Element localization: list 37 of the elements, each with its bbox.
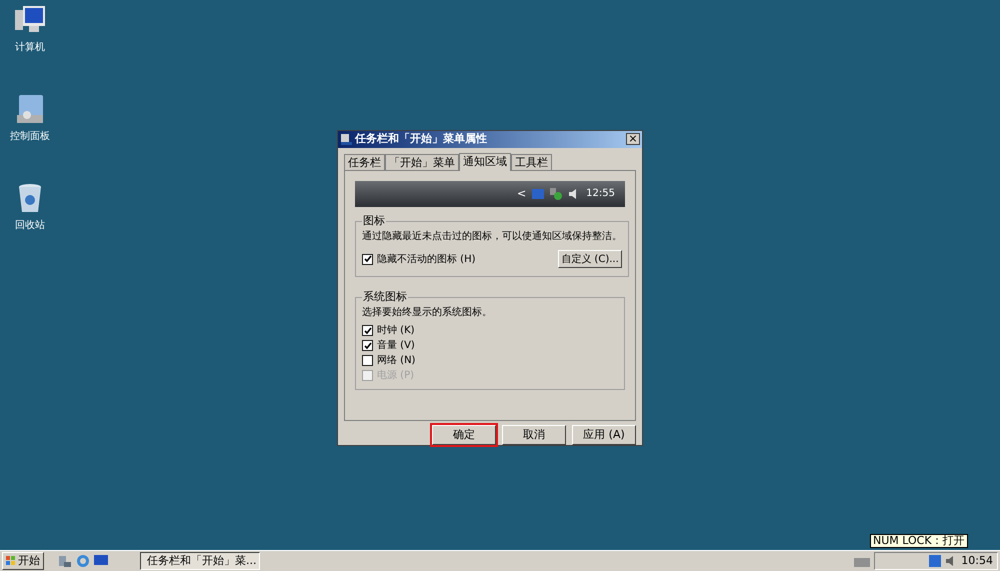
window-task-button[interactable]: 任务栏和「开始」菜... <box>140 552 260 570</box>
tray-clock: 10:54 <box>961 552 993 569</box>
tooltip: NUM LOCK：打开 <box>870 534 968 548</box>
checkbox[interactable] <box>362 325 373 336</box>
windows-logo-icon <box>6 556 16 566</box>
checkbox-label[interactable]: 音量 (V) <box>377 338 415 354</box>
checkbox-label[interactable]: 时钟 (K) <box>377 323 415 338</box>
desktop-icon-label[interactable]: 计算机 <box>15 40 45 55</box>
show-hidden-icon: < <box>516 186 526 202</box>
checkbox-label[interactable]: 隐藏不活动的图标 (H) <box>377 252 476 267</box>
tab[interactable]: 「开始」菜单 <box>385 154 459 170</box>
customize-button[interactable]: 自定义 (C)... <box>558 250 622 268</box>
tab[interactable]: 任务栏 <box>344 154 385 170</box>
checkbox[interactable] <box>362 355 373 366</box>
checkbox[interactable] <box>362 254 373 265</box>
checkbox-label[interactable]: 网络 (N) <box>377 353 416 368</box>
dialog-button[interactable]: 取消 <box>502 425 566 445</box>
start-button[interactable]: 开始 <box>2 552 44 570</box>
check-icon <box>364 255 372 264</box>
group-title: 图标 <box>362 212 386 229</box>
desktop-icon-label[interactable]: 控制面板 <box>10 129 50 144</box>
close-button[interactable]: × <box>626 133 640 146</box>
tab[interactable]: 工具栏 <box>511 154 552 170</box>
group-title: 系统图标 <box>362 288 408 305</box>
desktop-icon-label[interactable]: 回收站 <box>15 218 45 233</box>
checkbox[interactable] <box>362 340 373 352</box>
group-description: 通过隐藏最近未点击过的图标，可以使通知区域保持整洁。 <box>362 230 622 244</box>
preview-clock: 12:55 <box>586 187 615 202</box>
dialog-button[interactable]: 确定 <box>432 425 496 445</box>
window-title: 任务栏和「开始」菜单属性 <box>355 131 488 148</box>
tab[interactable]: 通知区域 <box>459 152 511 171</box>
desktop-icon[interactable] <box>94 555 108 567</box>
browser-icon[interactable] <box>76 554 90 568</box>
dialog-button[interactable]: 应用 (A) <box>572 425 636 445</box>
group-description: 选择要始终显示的系统图标。 <box>362 306 493 320</box>
monitor-icon <box>532 188 544 199</box>
server-icon[interactable] <box>58 554 72 568</box>
